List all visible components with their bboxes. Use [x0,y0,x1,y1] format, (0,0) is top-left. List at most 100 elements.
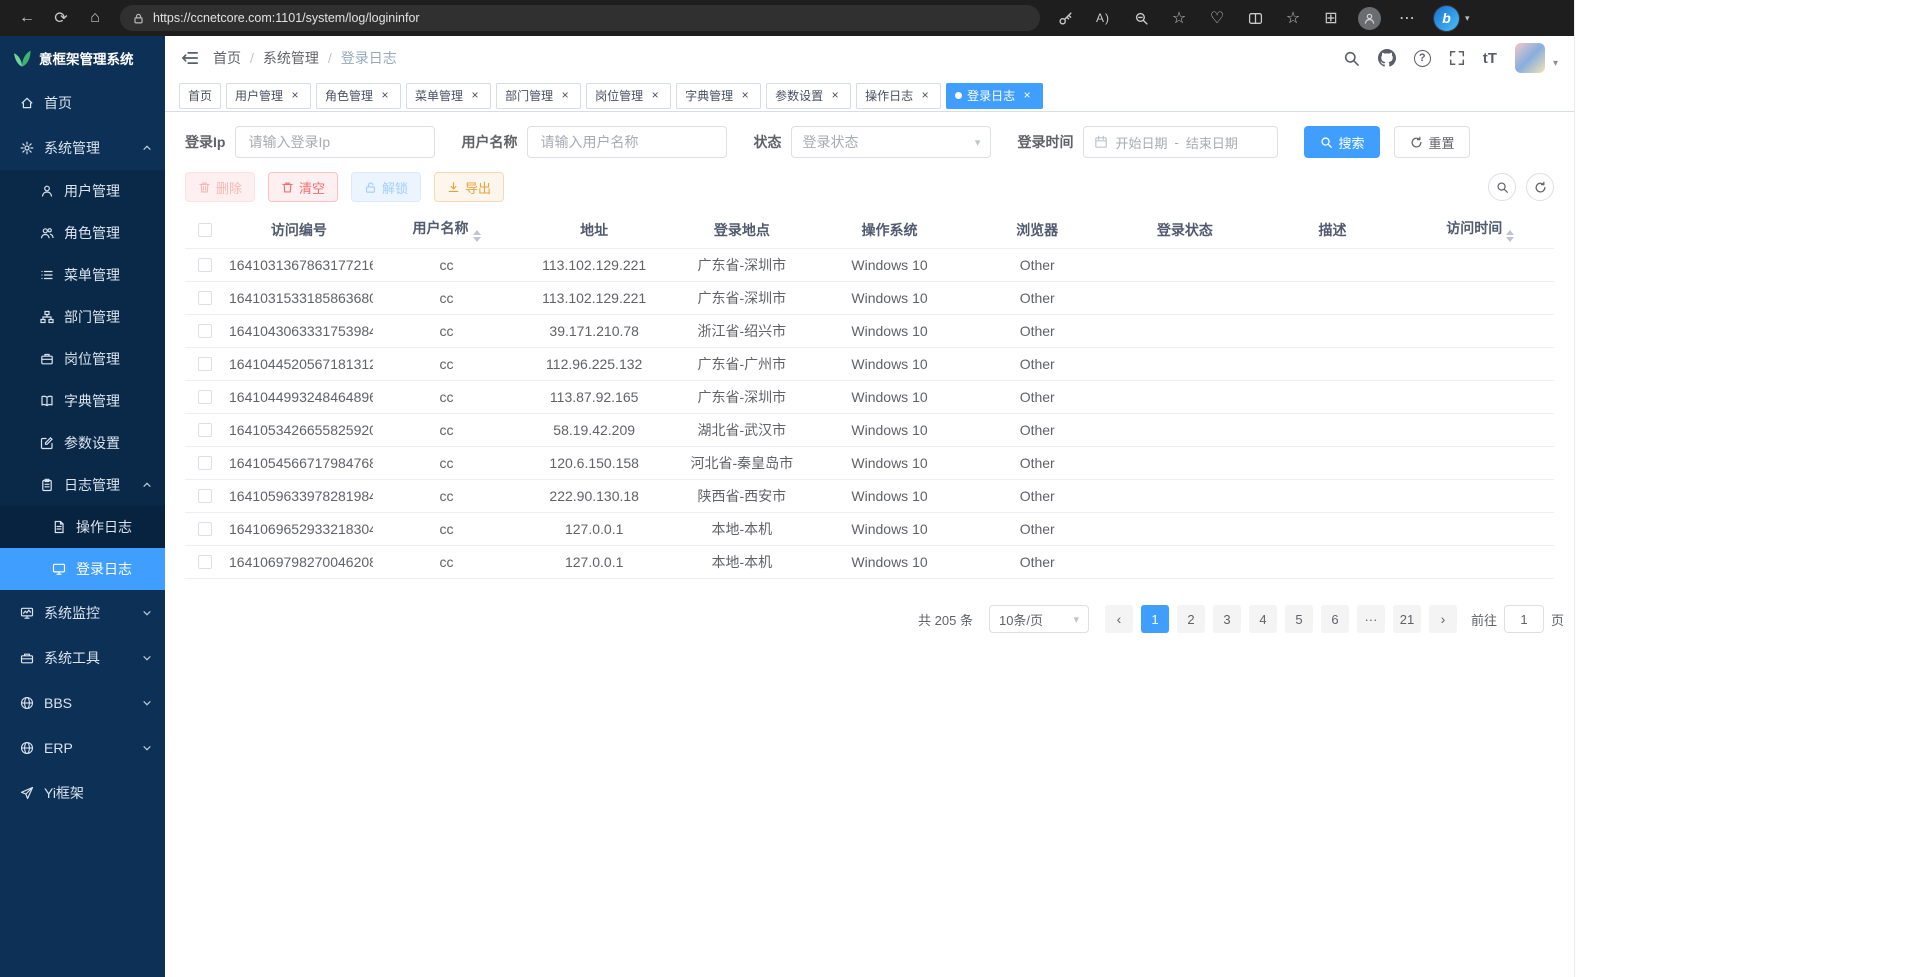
page-button[interactable]: 3 [1213,605,1241,633]
goto-page-input[interactable] [1504,605,1544,633]
tab-close-icon[interactable]: × [1020,89,1034,103]
tab[interactable]: 首页 [179,83,221,109]
sidebar-item-bbs[interactable]: BBS [0,680,165,725]
split-screen-icon[interactable] [1238,4,1272,32]
page-button[interactable]: 21 [1393,605,1421,633]
breadcrumb-system[interactable]: 系统管理 [263,48,319,68]
sort-desc-icon[interactable] [1506,237,1514,242]
status-select[interactable]: 登录状态 ▾ [791,126,991,158]
row-checkbox[interactable] [198,324,212,338]
table-row[interactable]: 1641044520567181312 cc 112.96.225.132 广东… [185,348,1554,381]
sort-asc-icon[interactable] [473,230,481,235]
table-row[interactable]: 1641053426655825920 cc 58.19.42.209 湖北省-… [185,414,1554,447]
url-text[interactable]: https://ccnetcore.com:1101/system/log/lo… [153,11,420,25]
github-icon[interactable] [1378,49,1396,67]
unlock-button[interactable]: 解锁 [351,172,421,202]
sidebar-item-system-monitor[interactable]: 系统监控 [0,590,165,635]
search-icon[interactable] [1343,50,1360,67]
export-button[interactable]: 导出 [434,172,504,202]
tab-close-icon[interactable]: × [738,89,752,103]
favorites-icon[interactable]: ☆ [1276,4,1310,32]
select-all-checkbox[interactable] [198,223,212,237]
tab-close-icon[interactable]: × [828,89,842,103]
page-button[interactable]: 1 [1141,605,1169,633]
reload-icon[interactable]: ⟳ [44,4,78,32]
tab-close-icon[interactable]: × [378,89,392,103]
row-checkbox[interactable] [198,291,212,305]
sidebar-item-log-management[interactable]: 日志管理 [0,464,165,506]
fullscreen-icon[interactable] [1449,50,1465,66]
address-bar[interactable]: https://ccnetcore.com:1101/system/log/lo… [120,5,1040,31]
zoom-out-icon[interactable] [1124,4,1158,32]
username-input[interactable] [538,133,716,151]
tab-close-icon[interactable]: × [918,89,932,103]
row-checkbox[interactable] [198,522,212,536]
page-size-select[interactable]: 10条/页 ▾ [989,605,1089,633]
page-button[interactable]: ··· [1357,605,1385,633]
row-checkbox[interactable] [198,258,212,272]
sidebar-item-system-tools[interactable]: 系统工具 [0,635,165,680]
sidebar-item-post-management[interactable]: 岗位管理 [0,338,165,380]
sidebar-item-dept-management[interactable]: 部门管理 [0,296,165,338]
sidebar-item-dict-management[interactable]: 字典管理 [0,380,165,422]
row-checkbox[interactable] [198,489,212,503]
profile-avatar[interactable] [1352,4,1386,32]
page-button[interactable]: 5 [1285,605,1313,633]
clear-button[interactable]: 清空 [268,172,338,202]
sidebar-item-erp[interactable]: ERP [0,725,165,770]
table-row[interactable]: 1641069798270046208 cc 127.0.0.1 本地-本机 W… [185,546,1554,579]
next-page-button[interactable]: › [1429,605,1457,633]
collections-icon[interactable]: ⊞ [1314,4,1348,32]
back-icon[interactable]: ← [10,4,44,32]
row-checkbox[interactable] [198,456,212,470]
sidebar-collapse-icon[interactable] [181,49,199,67]
settings-menu-icon[interactable]: ⋯ [1390,4,1424,32]
add-favorite-star-icon[interactable]: ☆ [1162,4,1196,32]
sidebar-item-role-management[interactable]: 角色管理 [0,212,165,254]
page-button[interactable]: 6 [1321,605,1349,633]
table-row[interactable]: 1641043063331753984 cc 39.171.210.78 浙江省… [185,315,1554,348]
delete-button[interactable]: 删除 [185,172,255,202]
row-checkbox[interactable] [198,423,212,437]
page-button[interactable]: 2 [1177,605,1205,633]
refresh-table-button[interactable] [1526,173,1554,201]
login-ip-field[interactable] [235,126,435,158]
sidebar-item-operation-log[interactable]: 操作日志 [0,506,165,548]
sidebar-item-login-log[interactable]: 登录日志 [0,548,165,590]
prev-page-button[interactable]: ‹ [1105,605,1133,633]
sidebar-item-system-management[interactable]: 系统管理 [0,125,165,170]
tab-close-icon[interactable]: × [288,89,302,103]
toggle-search-button[interactable] [1488,173,1516,201]
tab[interactable]: 部门管理 × [496,83,581,109]
sort-asc-icon[interactable] [1506,230,1514,235]
username-field[interactable] [527,126,727,158]
sort-desc-icon[interactable] [473,237,481,242]
user-avatar[interactable] [1515,43,1545,73]
font-size-icon[interactable]: tT [1483,50,1497,67]
avatar-caret-icon[interactable]: ▾ [1553,58,1558,73]
table-row[interactable]: 1641054566717984768 cc 120.6.150.158 河北省… [185,447,1554,480]
tab-close-icon[interactable]: × [468,89,482,103]
tab[interactable]: 角色管理 × [316,83,401,109]
copilot-bing-icon[interactable]: b [1434,6,1459,31]
table-row[interactable]: 1641069652933218304 cc 127.0.0.1 本地-本机 W… [185,513,1554,546]
sidebar-item-yi-framework[interactable]: Yi框架 [0,770,165,815]
page-button[interactable]: 4 [1249,605,1277,633]
breadcrumb-home[interactable]: 首页 [213,48,241,68]
tab[interactable]: 用户管理 × [226,83,311,109]
help-icon[interactable]: ? [1414,50,1431,67]
app-logo[interactable]: 意框架管理系统 [0,36,165,80]
tab-close-icon[interactable]: × [648,89,662,103]
table-row[interactable]: 1641031533185863680 cc 113.102.129.221 广… [185,282,1554,315]
browser-essentials-icon[interactable]: ♡ [1200,4,1234,32]
sidebar-item-user-management[interactable]: 用户管理 [0,170,165,212]
sidebar-item-param-settings[interactable]: 参数设置 [0,422,165,464]
reset-button[interactable]: 重置 [1394,126,1470,158]
password-key-icon[interactable] [1048,4,1082,32]
row-checkbox[interactable] [198,390,212,404]
table-row[interactable]: 1641059633978281984 cc 222.90.130.18 陕西省… [185,480,1554,513]
tab[interactable]: 岗位管理 × [586,83,671,109]
table-row[interactable]: 1641044993248464896 cc 113.87.92.165 广东省… [185,381,1554,414]
tab[interactable]: 菜单管理 × [406,83,491,109]
tab[interactable]: 操作日志 × [856,83,941,109]
